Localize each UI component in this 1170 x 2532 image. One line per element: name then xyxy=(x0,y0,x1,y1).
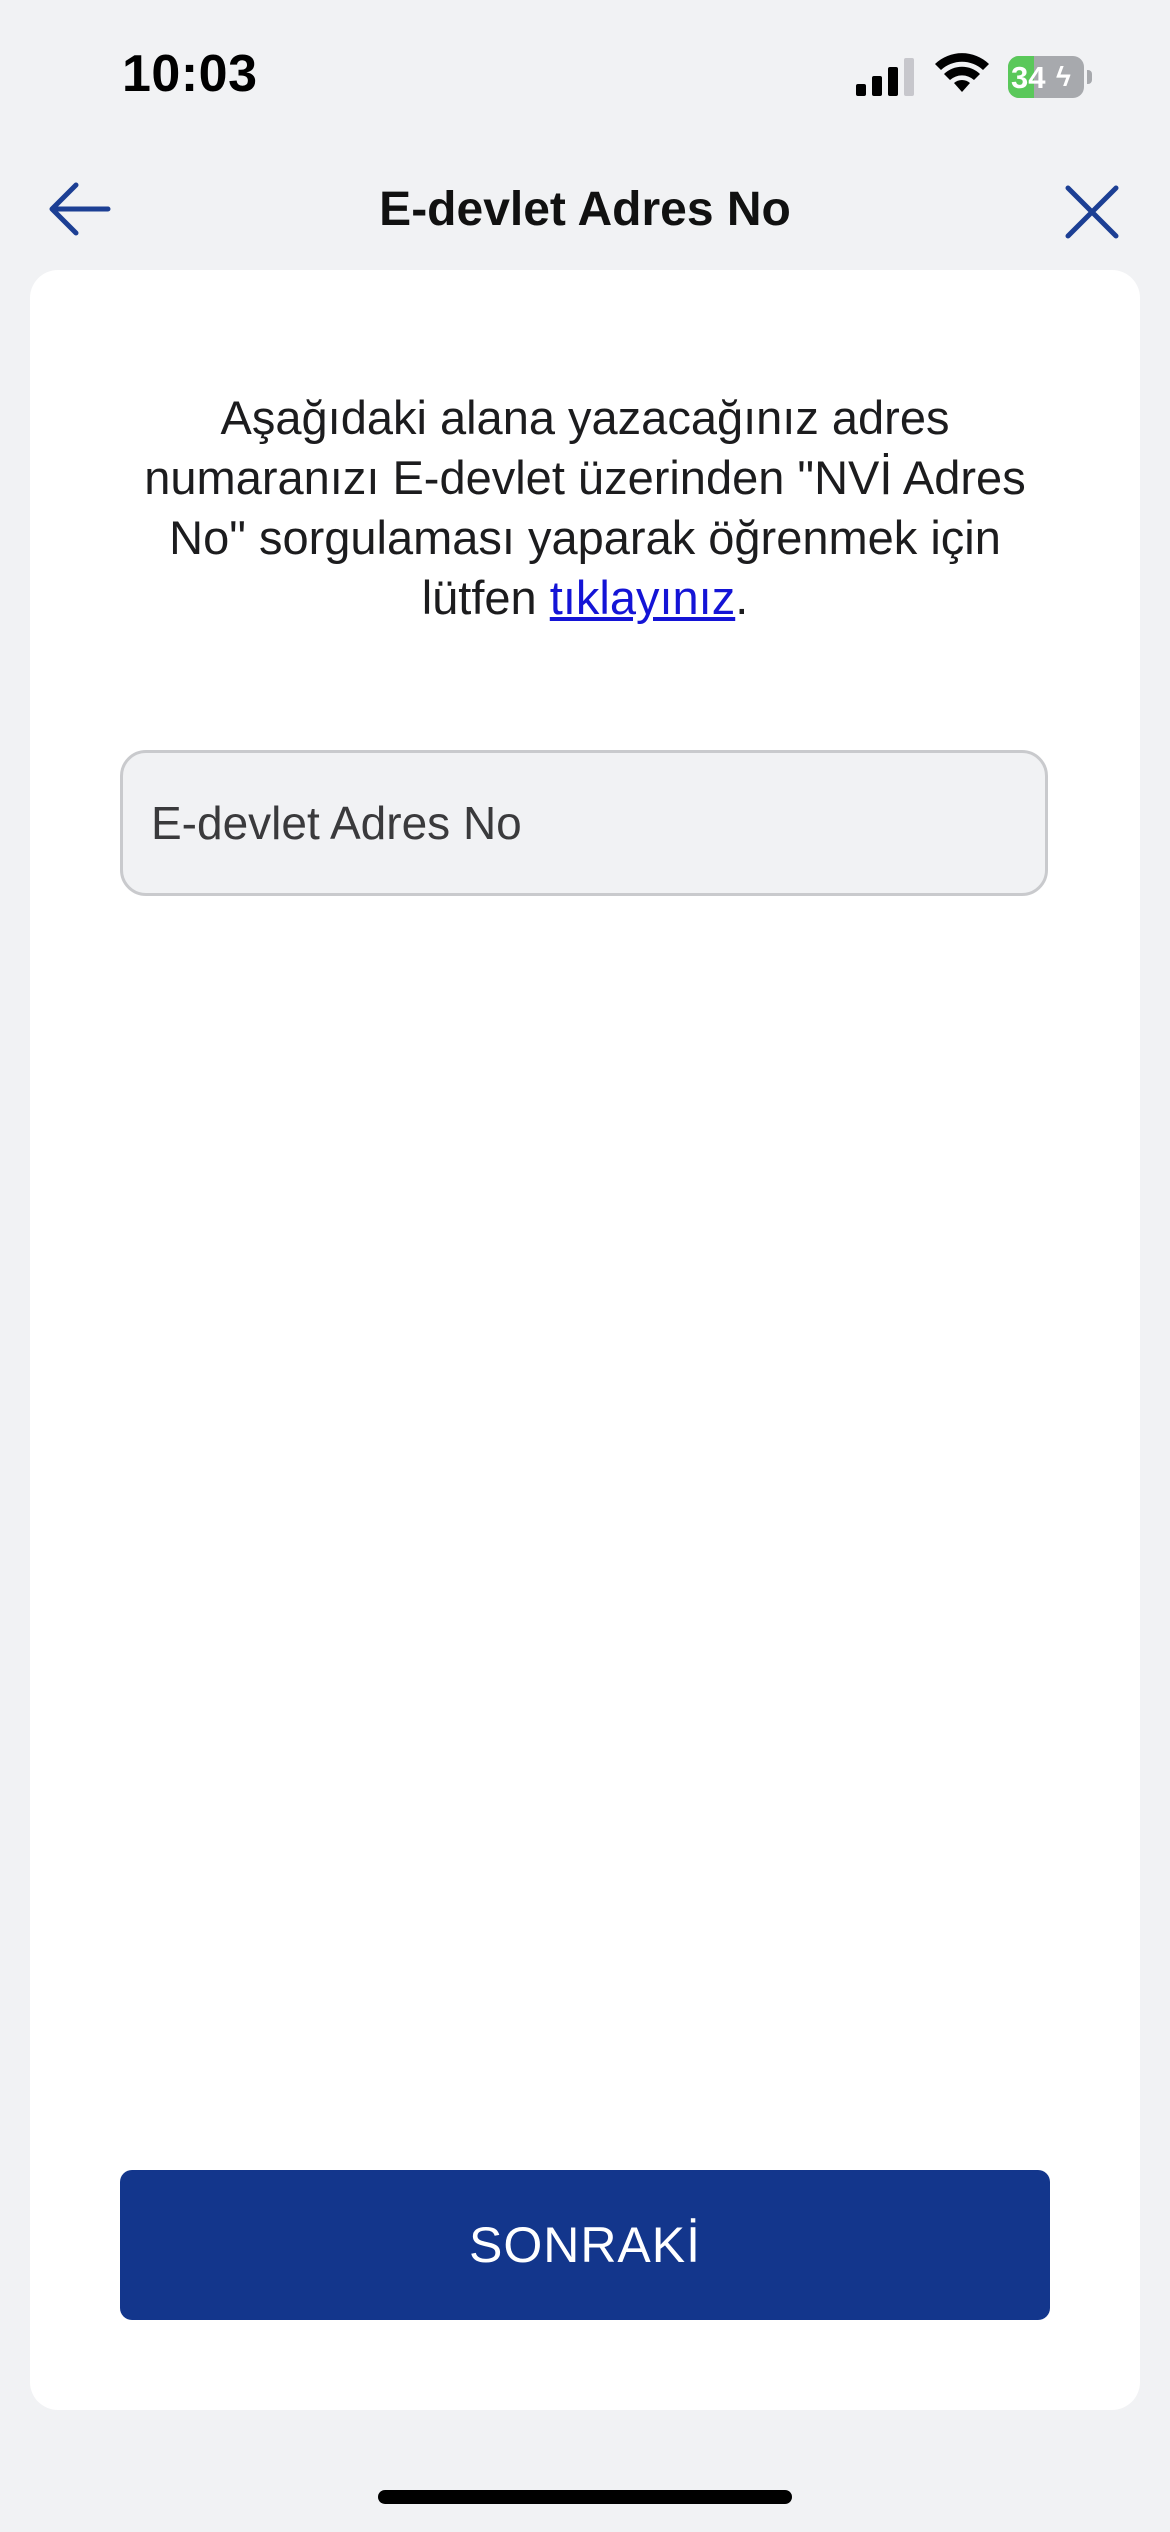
info-text: Aşağıdaki alana yazacağınız adres numara… xyxy=(130,388,1040,628)
battery-icon: 34 ϟ xyxy=(1008,56,1092,98)
address-no-input[interactable] xyxy=(120,750,1048,896)
charging-bolt-icon: ϟ xyxy=(1056,61,1071,92)
close-icon[interactable] xyxy=(1060,180,1124,244)
page-title: E-devlet Adres No xyxy=(379,183,791,236)
info-link[interactable]: tıklayınız xyxy=(550,571,735,624)
signal-icon xyxy=(856,58,914,96)
arrow-left-icon[interactable] xyxy=(44,178,114,240)
battery-cap xyxy=(1087,70,1092,84)
status-bar: 10:03 34 ϟ xyxy=(0,0,1170,150)
status-time: 10:03 xyxy=(122,45,258,103)
content-card: Aşağıdaki alana yazacağınız adres numara… xyxy=(30,270,1140,2410)
next-button[interactable]: SONRAKİ xyxy=(120,2170,1050,2320)
info-text-end: . xyxy=(735,571,749,624)
wifi-icon xyxy=(935,53,989,92)
battery-percent: 34 xyxy=(1011,60,1046,95)
nav-bar: E-devlet Adres No xyxy=(0,160,1170,260)
home-indicator xyxy=(378,2490,792,2504)
battery-body: 34 ϟ xyxy=(1008,56,1084,98)
